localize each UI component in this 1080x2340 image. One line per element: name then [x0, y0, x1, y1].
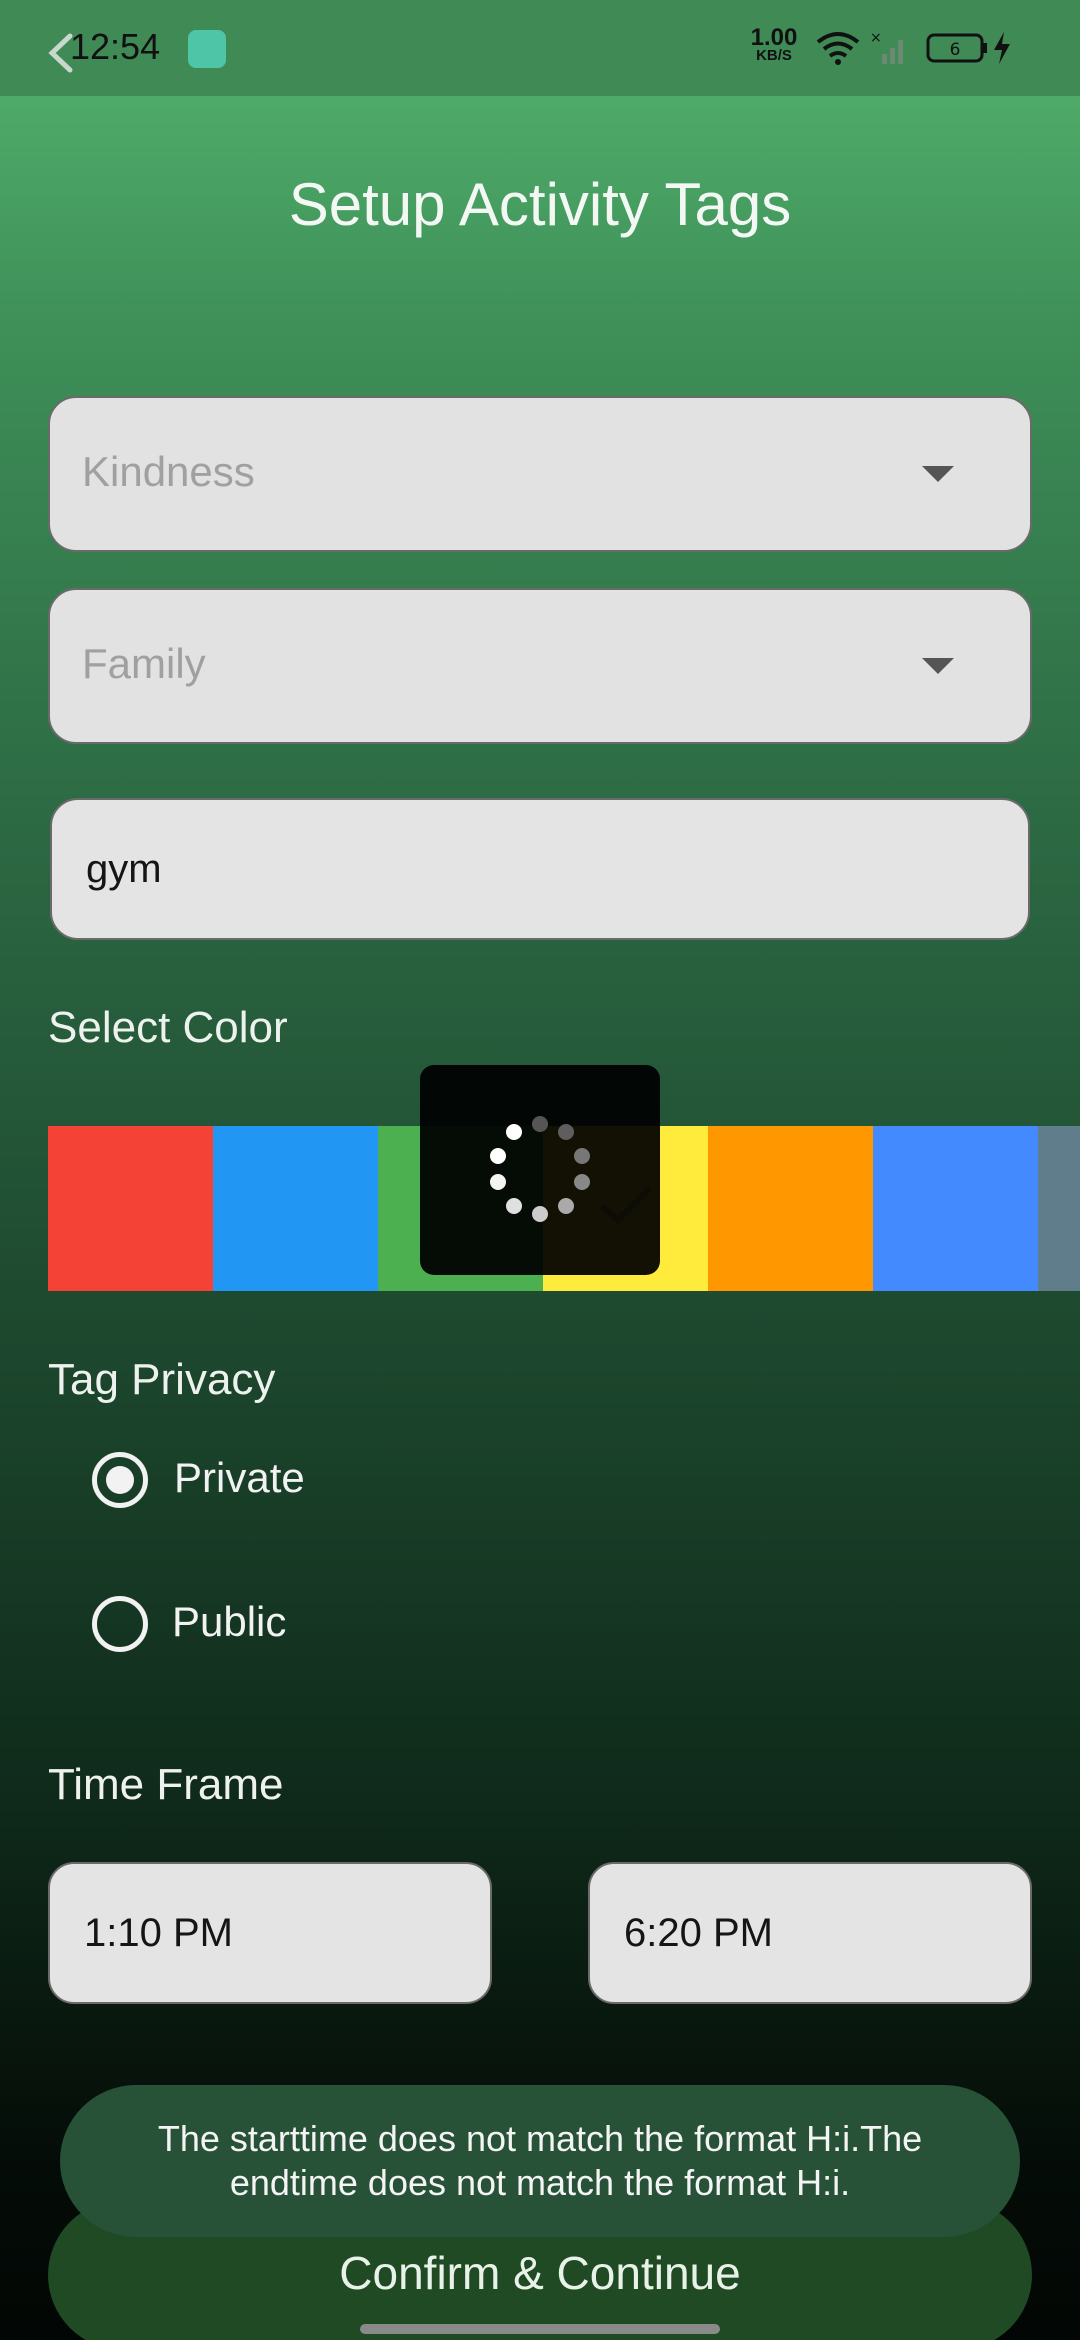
error-toast: The starttime does not match the format …	[60, 2085, 1020, 2237]
svg-text:×: ×	[870, 30, 882, 46]
category-dropdown[interactable]: Kindness	[48, 396, 1032, 552]
tag-privacy-label: Tag Privacy	[48, 1355, 276, 1404]
loading-overlay	[420, 1065, 660, 1275]
radio-selected-icon[interactable]	[92, 1452, 148, 1508]
page-title: Setup Activity Tags	[288, 171, 792, 238]
error-toast-message: The starttime does not match the format …	[157, 2118, 923, 2203]
privacy-option-label: Public	[172, 1598, 287, 1645]
group-dropdown[interactable]: Family	[48, 588, 1032, 744]
time-frame-label: Time Frame	[48, 1760, 284, 1809]
signal-icon: ×	[870, 30, 903, 64]
color-swatch-blue[interactable]	[213, 1126, 378, 1291]
select-color-label: Select Color	[48, 1003, 288, 1052]
loading-spinner-icon	[490, 1116, 590, 1222]
app-screen: 12:54 1.00 KB/S × 6 Setup Activity Tags	[0, 0, 1080, 2340]
category-dropdown-value: Kindness	[82, 448, 255, 495]
battery-icon: 6	[926, 33, 987, 63]
tag-name-input[interactable]: gym	[50, 798, 1030, 940]
radio-unselected-icon[interactable]	[92, 1596, 148, 1652]
chevron-down-icon	[922, 658, 954, 674]
group-dropdown-value: Family	[82, 640, 206, 687]
color-swatch-orange[interactable]	[708, 1126, 873, 1291]
status-bar: 12:54 1.00 KB/S × 6	[0, 0, 1080, 96]
charging-icon	[994, 32, 1010, 64]
privacy-option-label: Private	[174, 1454, 305, 1501]
battery-level: 6	[950, 40, 961, 60]
end-time-field[interactable]: 6:20 PM	[588, 1862, 1032, 2004]
chevron-down-icon	[922, 466, 954, 482]
home-indicator[interactable]	[360, 2324, 720, 2334]
color-swatch-blue-grey[interactable]	[1038, 1126, 1080, 1291]
color-swatch-light-blue[interactable]	[873, 1126, 1038, 1291]
network-speed: 1.00 KB/S	[748, 26, 800, 64]
wifi-icon	[816, 32, 860, 65]
start-time-field[interactable]: 1:10 PM	[48, 1862, 492, 2004]
app-notification-icon	[188, 30, 226, 68]
status-time: 12:54	[70, 26, 161, 67]
color-swatch-red[interactable]	[48, 1126, 213, 1291]
